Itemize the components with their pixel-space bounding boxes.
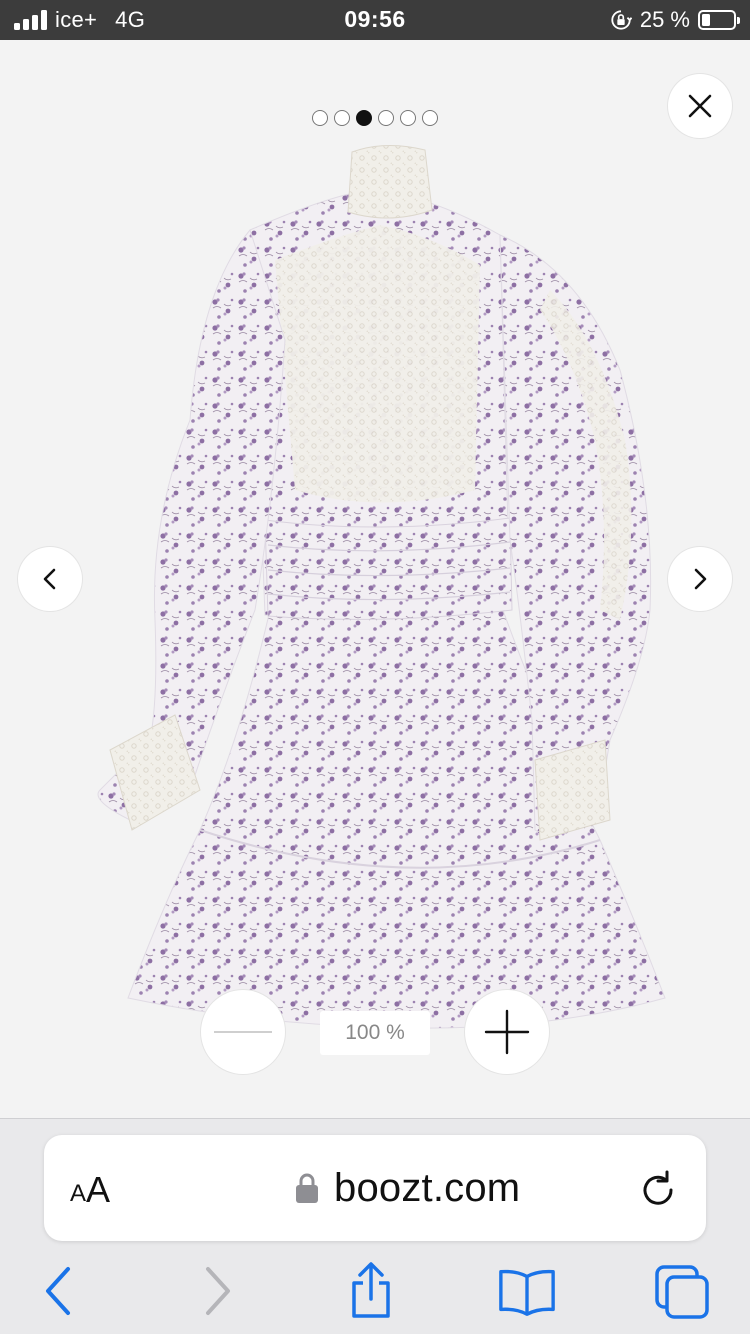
battery-percentage: 25 % <box>639 7 690 32</box>
back-button[interactable] <box>28 1263 88 1319</box>
pagination-dot[interactable] <box>378 110 394 126</box>
share-icon <box>352 1262 390 1318</box>
image-viewer: 100 % <box>0 40 750 1118</box>
battery-cap <box>737 17 740 24</box>
status-bar: ice+ 4G 09:56 25 % <box>0 0 750 40</box>
product-image <box>97 144 666 1029</box>
browser-toolbar: A A boozt.com <box>0 1118 750 1334</box>
browser-nav-row <box>0 1257 750 1319</box>
back-chevron-icon <box>46 1267 70 1315</box>
pagination-dot[interactable] <box>334 110 350 126</box>
chevron-right-icon <box>694 568 707 590</box>
reload-icon[interactable] <box>636 1167 680 1211</box>
minus-icon <box>214 1031 272 1033</box>
close-icon <box>688 94 712 118</box>
share-button[interactable] <box>341 1262 401 1319</box>
close-button[interactable] <box>668 74 732 138</box>
forward-chevron-icon <box>206 1267 230 1315</box>
pagination-dot[interactable] <box>422 110 438 126</box>
url-display[interactable]: boozt.com <box>294 1165 520 1211</box>
zoom-out-button[interactable] <box>201 990 285 1074</box>
padlock-icon <box>296 1173 318 1203</box>
reader-view-large-a: A <box>86 1169 111 1210</box>
battery-icon <box>698 10 740 30</box>
address-bar[interactable]: A A boozt.com <box>44 1135 706 1241</box>
reader-view-button[interactable]: A A <box>70 1165 110 1209</box>
pagination-dot[interactable] <box>356 110 372 126</box>
image-pagination <box>0 110 750 126</box>
previous-image-button[interactable] <box>18 547 82 611</box>
bookmarks-icon <box>499 1269 555 1316</box>
tabs-icon <box>655 1265 709 1319</box>
chevron-left-icon <box>43 568 56 590</box>
tabs-button[interactable] <box>652 1263 712 1319</box>
battery-level <box>702 14 710 26</box>
zoom-in-button[interactable] <box>465 990 549 1074</box>
bookmarks-button[interactable] <box>497 1263 557 1319</box>
plus-icon <box>484 1009 530 1055</box>
zoom-level-display: 100 % <box>320 1011 430 1055</box>
pagination-dot[interactable] <box>312 110 328 126</box>
status-right: 25 % <box>610 6 740 34</box>
orientation-lock-icon <box>611 10 632 30</box>
url-text: boozt.com <box>334 1165 521 1210</box>
pagination-dot[interactable] <box>400 110 416 126</box>
reader-view-small-a: A <box>70 1180 87 1207</box>
forward-button[interactable] <box>188 1263 248 1319</box>
next-image-button[interactable] <box>668 547 732 611</box>
